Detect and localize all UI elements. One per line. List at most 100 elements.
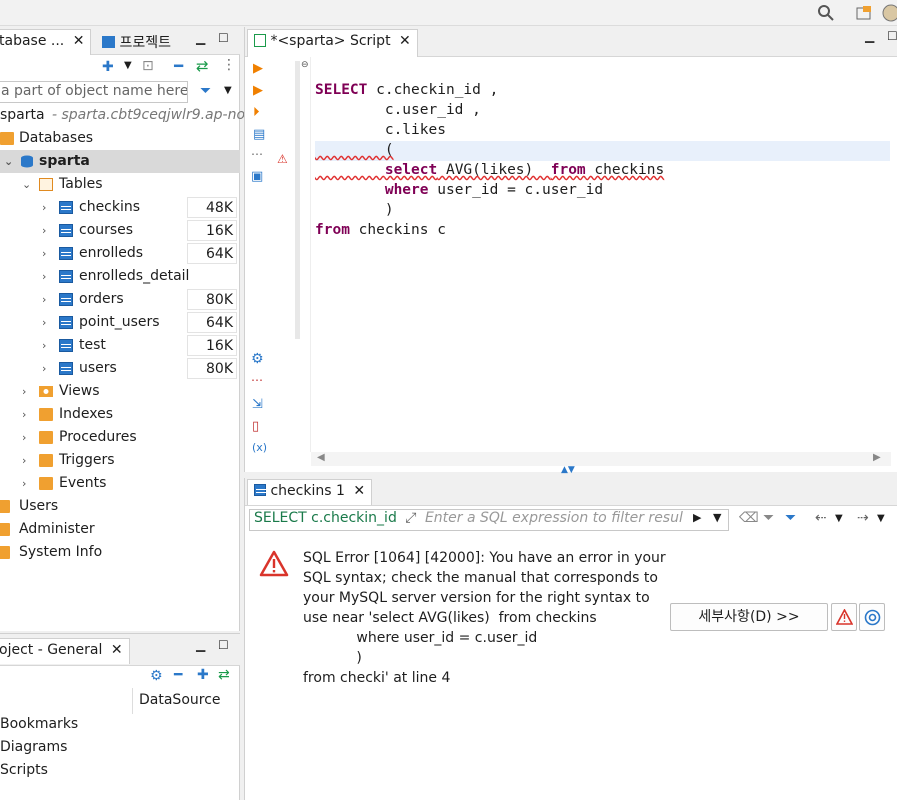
tree-administer[interactable]: Administer (0, 518, 240, 541)
filter-icon[interactable]: ⏷ (200, 83, 211, 99)
details-button[interactable]: 세부사항(D) >> (670, 603, 828, 631)
variables-icon[interactable]: (x) (252, 441, 267, 454)
tab-projects[interactable]: 프로젝트 (96, 29, 177, 55)
tree-triggers[interactable]: › Triggers (0, 449, 240, 472)
expand-icon[interactable]: ⤢ (405, 510, 416, 526)
table-item[interactable]: › courses 16K (0, 219, 240, 242)
chevron-right-icon[interactable]: › (22, 380, 26, 403)
object-filter-input[interactable]: a part of object name here (0, 81, 188, 103)
collapse-all-icon[interactable]: ━ (174, 57, 183, 75)
more-icon[interactable]: ⋯ (251, 147, 263, 161)
new-connection-icon[interactable]: ✚ (102, 59, 114, 75)
chevron-down-icon[interactable]: ▼ (224, 85, 232, 96)
tab-database-navigator[interactable]: tabase ... ✕ (0, 29, 92, 55)
chevron-right-icon[interactable]: ▶ (693, 511, 701, 524)
chevron-right-icon[interactable]: › (22, 472, 26, 495)
forward-icon[interactable]: ⇢ (857, 510, 869, 526)
tree-views[interactable]: › Views (0, 380, 240, 403)
chevron-down-icon[interactable]: ▼ (835, 513, 843, 524)
tree-procedures[interactable]: › Procedures (0, 426, 240, 449)
tree-system-info[interactable]: System Info (0, 541, 240, 564)
table-item[interactable]: › users 80K (0, 357, 240, 380)
chevron-down-icon[interactable]: ⌄ (4, 150, 13, 173)
list-item[interactable]: Bookmarks (0, 716, 78, 732)
fold-icon[interactable]: ⊖ (301, 60, 309, 70)
tab-object-general[interactable]: oject - General ✕ (0, 638, 130, 664)
tree-events[interactable]: › Events (0, 472, 240, 495)
collapse-icon[interactable]: ━ (174, 667, 182, 683)
tab-sql-script[interactable]: *<sparta> Script ✕ (247, 29, 418, 57)
scroll-right-icon[interactable]: ▶ (873, 452, 881, 463)
chevron-down-icon[interactable]: ▼ (877, 513, 885, 524)
maximize-icon[interactable]: ☐ (218, 31, 229, 45)
table-item[interactable]: › test 16K (0, 334, 240, 357)
close-icon[interactable]: ✕ (111, 642, 123, 658)
chevron-right-icon[interactable]: › (42, 196, 46, 219)
minimize-icon[interactable]: ▁ (196, 638, 205, 652)
execute-in-new-tab-icon[interactable]: ▶ (253, 83, 263, 98)
chevron-right-icon[interactable]: › (22, 426, 26, 449)
results-filter-input[interactable]: SELECT c.checkin_id ⤢ Enter a SQL expres… (249, 509, 729, 531)
tree-indexes[interactable]: › Indexes (0, 403, 240, 426)
search-icon[interactable] (817, 4, 835, 22)
back-icon[interactable]: ⇠ (815, 510, 827, 526)
execute-statement-icon[interactable]: ▶ (253, 61, 263, 76)
close-icon[interactable]: ✕ (399, 33, 411, 49)
gear-icon[interactable]: ⚙ (150, 668, 163, 684)
chevron-right-icon[interactable]: › (42, 265, 46, 288)
list-item[interactable]: Diagrams (0, 739, 67, 755)
help-button[interactable] (859, 603, 885, 631)
tree-schema-sparta[interactable]: ⌄ sparta (0, 150, 240, 173)
close-icon[interactable]: ✕ (353, 483, 365, 499)
explain-plan-icon[interactable]: ▤ (253, 127, 265, 142)
gear-icon[interactable]: ⚙ (251, 351, 264, 367)
link-icon[interactable]: ⇄ (218, 667, 230, 683)
maximize-icon[interactable]: ☐ (887, 29, 897, 43)
scroll-left-icon[interactable]: ◀ (317, 452, 325, 463)
export-icon[interactable]: ⇲ (252, 397, 263, 412)
tab-results[interactable]: checkins 1 ✕ (247, 479, 373, 505)
tree-databases[interactable]: Databases (0, 127, 240, 150)
minimize-icon[interactable]: ▁ (865, 29, 874, 43)
horizontal-scrollbar[interactable]: ◀ ▶ (311, 452, 891, 466)
terminal-icon[interactable]: ▣ (251, 169, 263, 184)
list-item[interactable]: Scripts (0, 762, 48, 778)
table-item[interactable]: › orders 80K (0, 288, 240, 311)
close-icon[interactable]: ✕ (73, 33, 85, 49)
new-folder-icon[interactable]: ⊡ (142, 58, 154, 74)
tree-connection[interactable]: sparta - sparta.cbt9ceqjwlr9.ap-nor (0, 104, 251, 127)
error-log-button[interactable] (831, 603, 857, 631)
filter-icon[interactable]: ⏷ (785, 510, 796, 526)
table-item[interactable]: › enrolleds_detail (0, 265, 240, 288)
chevron-right-icon[interactable]: › (42, 219, 46, 242)
chevron-right-icon[interactable]: › (42, 242, 46, 265)
perspective-icon[interactable] (855, 4, 873, 22)
table-item[interactable]: › checkins 48K (0, 196, 240, 219)
chevron-right-icon[interactable]: › (22, 449, 26, 472)
expand-icon[interactable]: ✚ (197, 667, 209, 683)
execute-script-icon[interactable]: ⏵ (253, 105, 260, 120)
chevron-right-icon[interactable]: › (42, 288, 46, 311)
chevron-right-icon[interactable]: › (42, 357, 46, 380)
filter-settings-icon[interactable]: ⏷ (763, 510, 774, 526)
link-editor-icon[interactable]: ⇄ (196, 57, 209, 75)
maximize-icon[interactable]: ☐ (218, 638, 229, 652)
chevron-down-icon[interactable]: ⌄ (22, 173, 31, 196)
more-icon[interactable]: ⋯ (251, 373, 263, 387)
chevron-down-icon[interactable]: ▼ (124, 60, 132, 71)
table-item[interactable]: › point_users 64K (0, 311, 240, 334)
view-menu-icon[interactable]: ⋮ (222, 57, 236, 73)
dbeaver-perspective-icon[interactable] (882, 4, 897, 22)
filter-query-chip[interactable]: SELECT c.checkin_id (250, 510, 397, 526)
tree-tables[interactable]: ⌄ Tables (0, 173, 240, 196)
table-item[interactable]: › enrolleds 64K (0, 242, 240, 265)
chevron-right-icon[interactable]: › (42, 334, 46, 357)
chevron-right-icon[interactable]: › (42, 311, 46, 334)
tree-users[interactable]: Users (0, 495, 240, 518)
file-icon[interactable]: ▯ (252, 419, 259, 434)
chevron-right-icon[interactable]: › (22, 403, 26, 426)
eraser-icon[interactable]: ⌫ (739, 510, 759, 526)
sql-code-area[interactable]: SELECT c.checkin_id , c.user_id , c.like… (315, 60, 664, 240)
sash-toggle-icon[interactable]: ▲▼ (561, 465, 575, 475)
chevron-down-icon[interactable]: ▼ (713, 511, 721, 524)
